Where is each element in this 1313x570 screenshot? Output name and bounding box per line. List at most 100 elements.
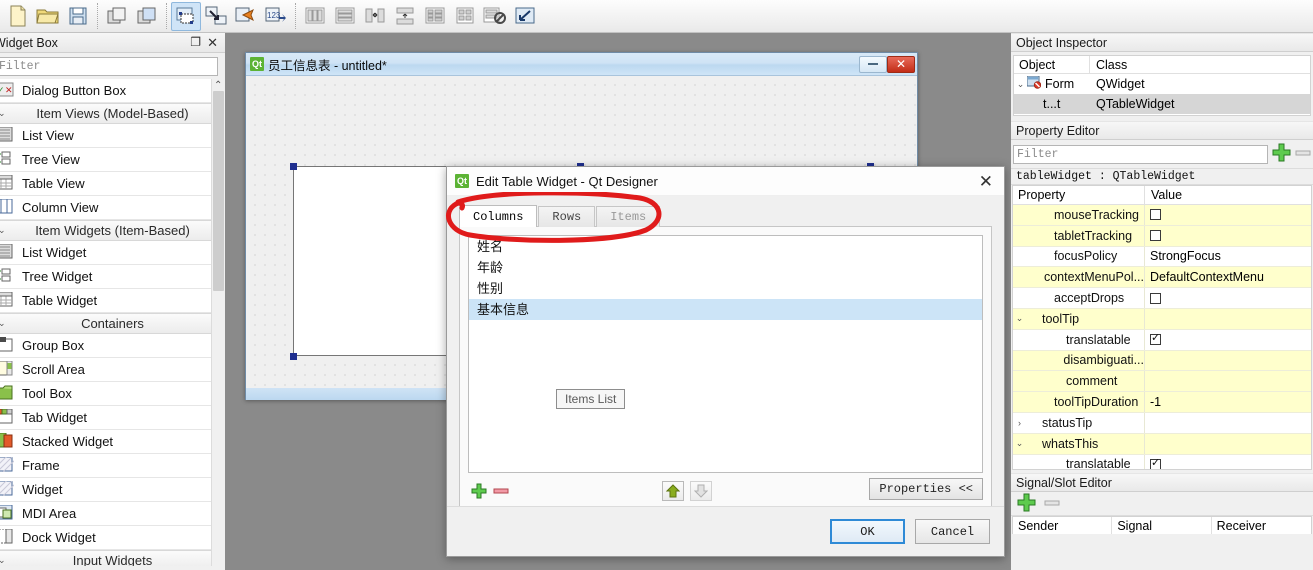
remove-property-icon[interactable] <box>1295 147 1311 161</box>
property-row-disambiguati[interactable]: disambiguati... <box>1013 350 1311 372</box>
widget-box-item-tree-widget[interactable]: a Tree Widget <box>0 265 225 289</box>
layout-horizontal-icon[interactable] <box>330 2 360 31</box>
widget-box-item-frame[interactable]: Frame <box>0 454 225 478</box>
adjust-size-icon[interactable] <box>510 2 540 31</box>
property-row-mousetracking[interactable]: mouseTracking <box>1013 205 1311 226</box>
object-inspector-table[interactable]: Object Class ⌄ Form QWidget t...t QTable… <box>1013 55 1311 116</box>
close-icon[interactable]: ✕ <box>207 35 218 51</box>
chevron-down-icon[interactable]: ⌄ <box>1013 438 1026 449</box>
open-form-icon[interactable] <box>33 2 63 31</box>
resize-handle-top-left[interactable] <box>290 163 297 170</box>
remove-connection-icon[interactable] <box>1044 497 1060 511</box>
ok-button[interactable]: OK <box>830 519 905 544</box>
property-value[interactable]: -1 <box>1150 395 1161 409</box>
widget-box-item-mdi-area[interactable]: MDI Area <box>0 502 225 526</box>
widget-box-item-widget[interactable]: Widget <box>0 478 225 502</box>
add-connection-icon[interactable] <box>1017 493 1036 515</box>
widget-box-item-stacked-widget[interactable]: Stacked Widget <box>0 430 225 454</box>
undo-icon[interactable] <box>102 2 132 31</box>
property-row-acceptdrops[interactable]: acceptDrops <box>1013 288 1311 309</box>
edit-tab-order-icon[interactable]: 123 <box>261 2 291 31</box>
close-button[interactable]: ✕ <box>887 55 915 73</box>
chevron-down-icon[interactable]: ⌄ <box>0 108 6 119</box>
widget-box-item-tab-widget[interactable]: Tab Widget <box>0 406 225 430</box>
move-item-up-button[interactable] <box>662 481 684 501</box>
widget-box-scrollbar[interactable]: ⌃ <box>211 79 225 566</box>
new-form-icon[interactable] <box>3 2 33 31</box>
dialog-tab-bar[interactable]: Columns Rows Items <box>459 205 992 227</box>
list-item[interactable]: 基本信息 <box>469 299 982 320</box>
edit-signals-slots-icon[interactable] <box>201 2 231 31</box>
save-form-icon[interactable] <box>63 2 93 31</box>
chevron-down-icon[interactable]: ⌄ <box>0 555 6 566</box>
properties-toggle-button[interactable]: Properties << <box>869 478 983 500</box>
property-row-tooltipduration[interactable]: toolTipDuration -1 <box>1013 392 1311 413</box>
widget-box-item-dialog-button-box[interactable]: ✓ ✕ Dialog Button Box <box>0 79 225 103</box>
widget-box-item-tool-box[interactable]: Tool Box <box>0 382 225 406</box>
break-layout-icon[interactable] <box>480 2 510 31</box>
tab-items[interactable]: Items <box>596 206 661 227</box>
property-value-checkbox[interactable] <box>1150 292 1161 304</box>
tab-columns[interactable]: Columns <box>459 205 538 227</box>
columns-list[interactable]: 姓名 年龄 性别 基本信息 <box>468 235 983 473</box>
chevron-right-icon[interactable]: › <box>1013 418 1026 428</box>
resize-handle-bottom-left[interactable] <box>290 353 297 360</box>
widget-box-item-table-widget[interactable]: Table Widget <box>0 289 225 313</box>
add-property-icon[interactable] <box>1272 143 1291 165</box>
add-item-button[interactable] <box>468 481 490 501</box>
redo-icon[interactable] <box>132 2 162 31</box>
scrollbar-thumb[interactable] <box>213 91 224 291</box>
widget-box-item-column-view[interactable]: Column View <box>0 196 225 220</box>
list-item[interactable]: 年龄 <box>469 257 982 278</box>
edit-buddies-icon[interactable] <box>231 2 261 31</box>
widget-box-category-item-widgets-item-based[interactable]: ⌄ Item Widgets (Item-Based) <box>0 220 225 241</box>
layout-vertical-icon[interactable] <box>300 2 330 31</box>
widget-box-category-containers[interactable]: ⌄ Containers <box>0 313 225 334</box>
list-item[interactable]: 姓名 <box>469 236 982 257</box>
widget-box-category-input-widgets[interactable]: ⌄ Input Widgets <box>0 550 225 566</box>
tab-rows[interactable]: Rows <box>538 206 596 227</box>
layout-grid-icon[interactable] <box>450 2 480 31</box>
edit-table-widget-dialog[interactable]: Qt Edit Table Widget - Qt Designer ✕ Col… <box>446 166 1005 557</box>
layout-splitter-h-icon[interactable] <box>360 2 390 31</box>
scroll-up-icon[interactable]: ⌃ <box>214 80 222 91</box>
property-row-statustip[interactable]: › statusTip <box>1013 412 1311 434</box>
float-icon[interactable]: ❐ <box>190 35 201 49</box>
widget-box-item-dock-widget[interactable]: Dock Widget <box>0 526 225 550</box>
property-value[interactable]: DefaultContextMenu <box>1150 270 1264 284</box>
property-editor-table[interactable]: Property Value mouseTracking tabletTracki… <box>1012 185 1312 470</box>
property-row-whatsthis[interactable]: ⌄ whatsThis <box>1013 433 1311 455</box>
widget-box-list[interactable]: ✓ ✕ Dialog Button Box ⌄ Item Views (Model-Ba… <box>0 79 225 566</box>
chevron-down-icon[interactable]: ⌄ <box>1013 313 1026 324</box>
property-row-contextmenupol[interactable]: contextMenuPol... DefaultContextMenu <box>1013 267 1311 289</box>
edit-widgets-icon[interactable] <box>171 1 201 31</box>
object-inspector-row-form[interactable]: ⌄ Form QWidget <box>1014 74 1310 94</box>
property-row-translatable[interactable]: translatable <box>1013 454 1311 469</box>
property-value-checkbox[interactable] <box>1150 456 1161 469</box>
property-value-checkbox[interactable] <box>1150 209 1161 221</box>
property-filter-input[interactable]: Filter <box>1013 144 1268 164</box>
layout-splitter-v-icon[interactable] <box>390 2 420 31</box>
property-value-checkbox[interactable] <box>1150 230 1161 242</box>
property-row-focuspolicy[interactable]: focusPolicy StrongFocus <box>1013 246 1311 268</box>
widget-box-item-group-box[interactable]: Group Box <box>0 334 225 358</box>
property-row-tooltip[interactable]: ⌄ toolTip <box>1013 308 1311 330</box>
chevron-down-icon[interactable]: ⌄ <box>0 225 6 236</box>
widget-box-item-table-view[interactable]: Table View <box>0 172 225 196</box>
property-row-comment[interactable]: comment <box>1013 371 1311 393</box>
property-row-translatable[interactable]: translatable <box>1013 329 1311 351</box>
widget-box-filter-input[interactable]: Filter <box>0 57 218 76</box>
widget-box-category-item-views-model-based[interactable]: ⌄ Item Views (Model-Based) <box>0 103 225 124</box>
list-item[interactable]: 性别 <box>469 278 982 299</box>
layout-form-icon[interactable] <box>420 2 450 31</box>
object-inspector-row-tablewidget[interactable]: t...t QTableWidget <box>1014 94 1310 114</box>
property-value[interactable]: StrongFocus <box>1150 249 1221 263</box>
move-item-down-button[interactable] <box>690 481 712 501</box>
property-value-checkbox[interactable] <box>1150 331 1161 346</box>
remove-item-button[interactable] <box>490 481 512 501</box>
widget-box-item-list-widget[interactable]: List Widget <box>0 241 225 265</box>
widget-box-item-tree-view[interactable]: a Tree View <box>0 148 225 172</box>
chevron-down-icon[interactable]: ⌄ <box>1014 79 1027 90</box>
property-row-tablettracking[interactable]: tabletTracking <box>1013 225 1311 247</box>
chevron-down-icon[interactable]: ⌄ <box>0 318 6 329</box>
